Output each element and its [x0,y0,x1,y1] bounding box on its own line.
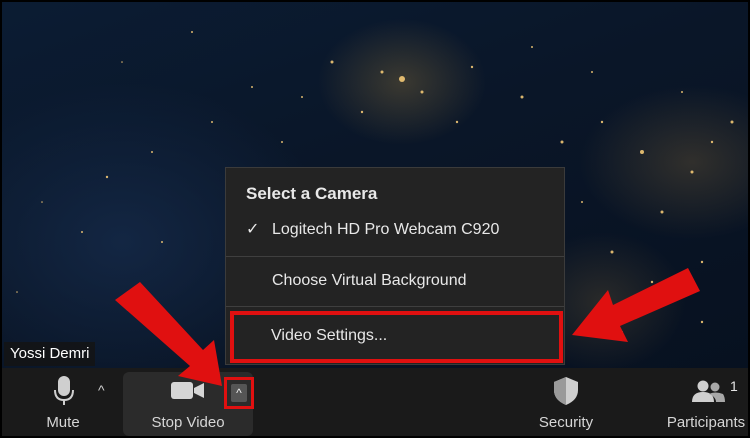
participants-count: 1 [730,378,738,394]
virtual-background-option[interactable]: Choose Virtual Background [272,272,467,290]
security-button[interactable]: Security [526,368,606,436]
video-settings-label: Video Settings... [271,327,388,344]
video-options-caret[interactable]: ^ [231,384,247,402]
security-label: Security [538,414,594,431]
participants-icon [692,380,725,402]
camera-name: Logitech HD Pro Webcam C920 [272,221,500,238]
camera-option-selected[interactable]: ✓ Logitech HD Pro Webcam C920 [246,219,499,239]
mute-button[interactable]: Mute [30,368,96,436]
meeting-window: Yossi Demri Mute ^ Stop Video Security 1… [0,0,750,438]
shield-icon [554,377,578,405]
participants-button[interactable]: 1 Participants [660,368,748,436]
mute-label: Mute [46,414,80,431]
menu-divider [226,256,564,257]
microphone-icon [54,376,74,405]
meeting-toolbar: Mute ^ Stop Video Security 1 Participant… [2,368,748,436]
video-options-caret-highlight[interactable]: ^ [224,377,254,409]
participant-name-tag: Yossi Demri [4,342,96,366]
video-camera-icon [171,382,204,399]
audio-options-caret[interactable]: ^ [98,382,105,398]
menu-divider [226,306,564,307]
checkmark-icon: ✓ [246,221,260,238]
stop-video-label: Stop Video [151,414,225,431]
participants-label: Participants [666,414,746,431]
video-settings-option[interactable]: Video Settings... [230,311,563,363]
menu-header: Select a Camera [246,184,378,203]
